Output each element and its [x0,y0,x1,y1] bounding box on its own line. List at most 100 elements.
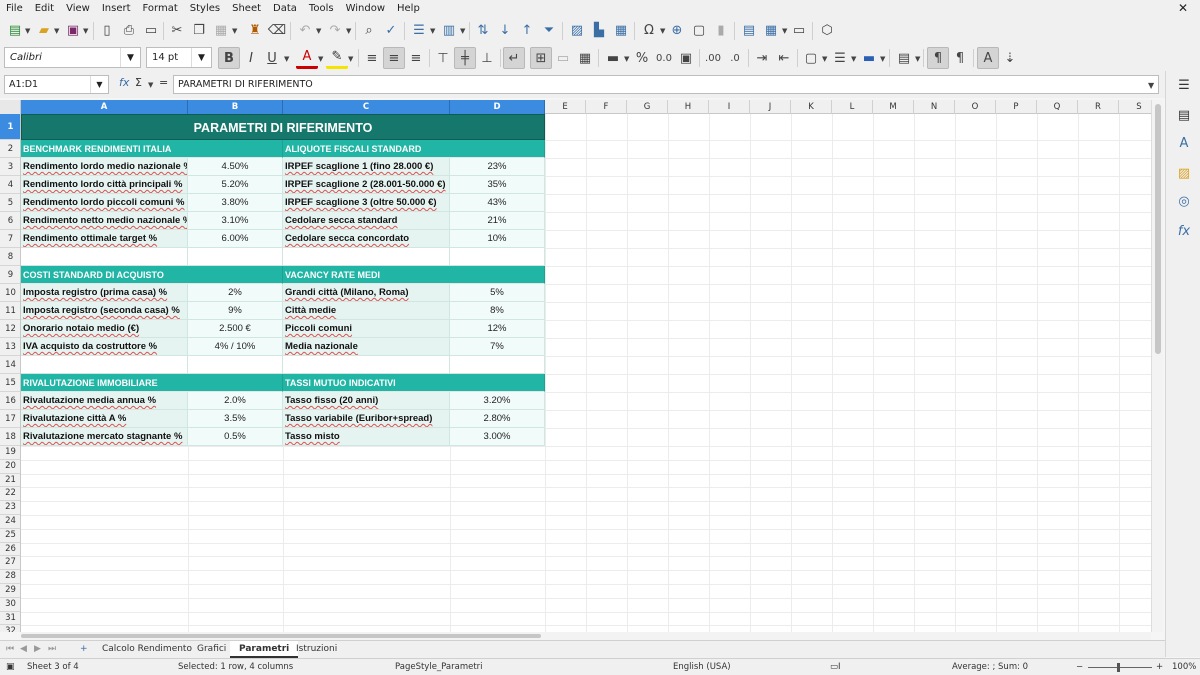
sheet-tab-istruzioni[interactable]: Istruzioni [287,641,346,658]
empty-cell[interactable] [450,248,545,266]
chevron-down-icon[interactable]: ▼ [120,48,140,67]
parameter-label[interactable]: Rendimento lordo medio nazionale % [21,158,188,176]
menu-help[interactable]: Help [391,0,426,17]
parameter-label[interactable]: Rivalutazione media annua % [21,392,188,410]
menu-view[interactable]: View [60,0,96,17]
menu-window[interactable]: Window [340,0,391,17]
section-header-left[interactable]: RIVALUTAZIONE IMMOBILIARE [21,374,283,392]
parameter-value[interactable]: 21% [450,212,545,230]
row-icon[interactable]: ☰ [408,19,430,41]
bold-icon[interactable]: B [218,47,240,69]
column-icon[interactable]: ▥ [438,19,460,41]
parameter-label[interactable]: Rendimento lordo città principali % [21,176,188,194]
sheet-tab-grafici[interactable]: Grafici [188,641,235,658]
selection-mode-icon[interactable]: ▭I [830,659,841,675]
column-header-f[interactable]: F [586,100,627,114]
function-wizard-icon[interactable]: fx [119,76,129,89]
sort-descending-icon[interactable]: ↑ [516,19,538,41]
previous-sheet-icon[interactable]: ◀ [20,644,27,654]
wrap-text-icon[interactable]: ↵ [503,47,525,69]
italic-icon[interactable]: I [240,47,262,69]
text-direction-ltr-icon[interactable]: ¶ [927,47,949,69]
parameter-label[interactable]: Piccoli comuni [283,320,450,338]
sum-status[interactable]: Average: ; Sum: 0 [952,659,1028,675]
parameter-value[interactable]: 3.20% [450,392,545,410]
parameter-value[interactable]: 5.20% [188,176,283,194]
sheet-tab-calcolo-rendimento[interactable]: Calcolo Rendimento [93,641,201,658]
add-decimal-icon[interactable]: .00 [702,47,724,69]
row-header-23[interactable]: 23 [0,501,20,515]
parameter-value[interactable]: 43% [450,194,545,212]
borders-icon[interactable]: ▢ [800,47,822,69]
column-header-n[interactable]: N [914,100,955,114]
section-header-right[interactable]: VACANCY RATE MEDI [283,266,545,284]
row-header-24[interactable]: 24 [0,515,20,529]
sheet-title-cell[interactable]: PARAMETRI DI RIFERIMENTO [21,114,545,140]
navigator-icon[interactable]: ◎ [1174,191,1194,211]
parameter-label[interactable]: IRPEF scaglione 2 (28.001-50.000 €) [283,176,450,194]
chevron-down-icon[interactable]: ▼ [90,76,108,93]
parameter-label[interactable]: Rendimento netto medio nazionale % [21,212,188,230]
font-size-box[interactable]: 14 pt ▼ [146,47,212,68]
parameter-label[interactable]: Rendimento lordo piccoli comuni % [21,194,188,212]
chevron-down-icon[interactable]: ▼ [348,55,353,63]
row-header-3[interactable]: 3 [0,158,20,176]
parameter-label[interactable]: Onorario notaio medio (€) [21,320,188,338]
currency-format-icon[interactable]: ▬ [602,47,624,69]
text-horizontal-icon[interactable]: A [977,47,999,69]
chevron-down-icon[interactable]: ▼ [460,27,465,35]
zoom-slider[interactable] [1088,667,1152,668]
row-header-26[interactable]: 26 [0,543,20,557]
row-header-15[interactable]: 15 [0,374,20,392]
clone-formatting-icon[interactable]: ♜ [244,19,266,41]
parameter-value[interactable]: 2% [188,284,283,302]
unmerge-cells-icon[interactable]: ▦ [574,47,596,69]
menu-file[interactable]: File [0,0,29,17]
chevron-down-icon[interactable]: ▼ [54,27,59,35]
date-format-icon[interactable]: ▣ [675,47,697,69]
close-document-icon[interactable]: ✕ [1178,1,1188,15]
row-header-2[interactable]: 2 [0,140,20,158]
formula-icon[interactable]: = [159,76,168,89]
column-header-j[interactable]: J [750,100,791,114]
row-header-13[interactable]: 13 [0,338,20,356]
column-header-i[interactable]: I [709,100,750,114]
menu-styles[interactable]: Styles [184,0,226,17]
chevron-down-icon[interactable]: ▼ [148,81,153,89]
parameter-label[interactable]: Imposta registro (prima casa) % [21,284,188,302]
parameter-value[interactable]: 35% [450,176,545,194]
parameter-label[interactable]: IRPEF scaglione 3 (oltre 50.000 €) [283,194,450,212]
gallery-icon[interactable]: ▨ [1174,163,1194,183]
split-window-icon[interactable]: ▭ [788,19,810,41]
parameter-label[interactable]: Rivalutazione mercato stagnante % [21,428,188,446]
increase-indent-icon[interactable]: ⇥ [751,47,773,69]
insert-chart-icon[interactable]: ▙ [588,19,610,41]
border-style-icon[interactable]: ☰ [829,47,851,69]
row-header-27[interactable]: 27 [0,556,20,571]
name-box[interactable]: A1:D1 ▼ [4,75,109,94]
row-header-30[interactable]: 30 [0,598,20,612]
merge-center-icon[interactable]: ⊞ [530,47,552,69]
print-icon[interactable]: ⎙ [118,19,140,41]
row-header-11[interactable]: 11 [0,302,20,320]
underline-icon[interactable]: U [261,47,283,69]
parameter-label[interactable]: Rivalutazione città A % [21,410,188,428]
parameter-label[interactable]: IVA acquisto da costruttore % [21,338,188,356]
spreadsheet-grid[interactable]: PARAMETRI DI RIFERIMENTO BENCHMARK RENDI… [21,114,1151,632]
row-header-21[interactable]: 21 [0,474,20,488]
parameter-value[interactable]: 2.0% [188,392,283,410]
chevron-down-icon[interactable]: ▼ [660,27,665,35]
row-header-7[interactable]: 7 [0,230,20,248]
parameter-value[interactable]: 3.00% [450,428,545,446]
row-header-32[interactable]: 32 [0,625,20,632]
horizontal-scrollbar[interactable] [21,632,1151,640]
chevron-down-icon[interactable]: ▼ [318,55,323,63]
language-status[interactable]: English (USA) [673,659,731,675]
row-header-4[interactable]: 4 [0,176,20,194]
define-print-area-icon[interactable]: ▤ [738,19,760,41]
parameter-value[interactable]: 2.80% [450,410,545,428]
chevron-down-icon[interactable]: ▼ [915,55,920,63]
chevron-down-icon[interactable]: ▼ [316,27,321,35]
font-name-box[interactable]: Calibri ▼ [4,47,141,68]
last-sheet-icon[interactable]: ⏭ [48,644,56,654]
